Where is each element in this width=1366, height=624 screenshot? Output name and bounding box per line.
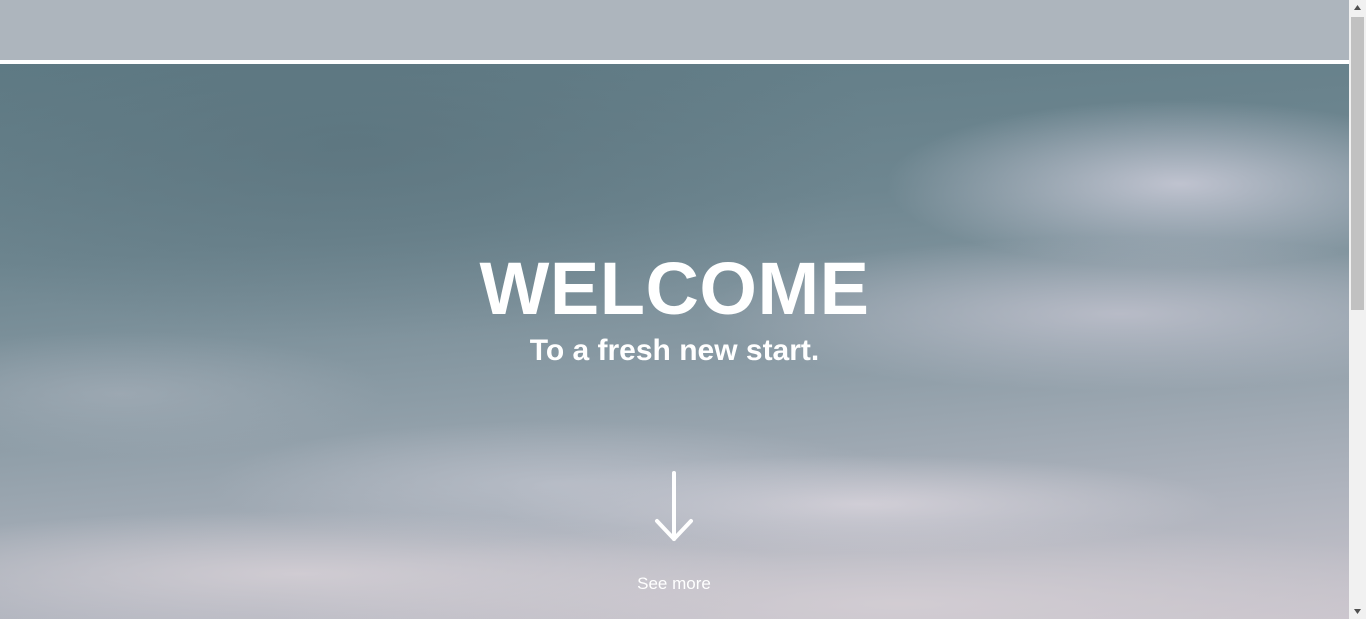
scroll-up-button[interactable] bbox=[1349, 0, 1366, 17]
arrow-down-icon bbox=[654, 469, 694, 549]
triangle-up-icon bbox=[1354, 5, 1361, 10]
hero-section: WELCOME To a fresh new start. See more bbox=[0, 64, 1349, 619]
scroll-down-button[interactable] bbox=[1349, 602, 1366, 619]
triangle-down-icon bbox=[1354, 609, 1361, 614]
scrollbar-thumb[interactable] bbox=[1351, 17, 1364, 310]
hero-content: WELCOME To a fresh new start. See more bbox=[0, 64, 1349, 619]
vertical-scrollbar[interactable] bbox=[1349, 0, 1366, 619]
page-viewport: WELCOME To a fresh new start. See more bbox=[0, 0, 1349, 619]
top-navbar bbox=[0, 0, 1349, 60]
see-more-link[interactable]: See more bbox=[574, 469, 774, 609]
hero-title: WELCOME bbox=[479, 247, 870, 330]
hero-subtitle: To a fresh new start. bbox=[529, 334, 820, 367]
see-more-label: See more bbox=[637, 574, 711, 593]
